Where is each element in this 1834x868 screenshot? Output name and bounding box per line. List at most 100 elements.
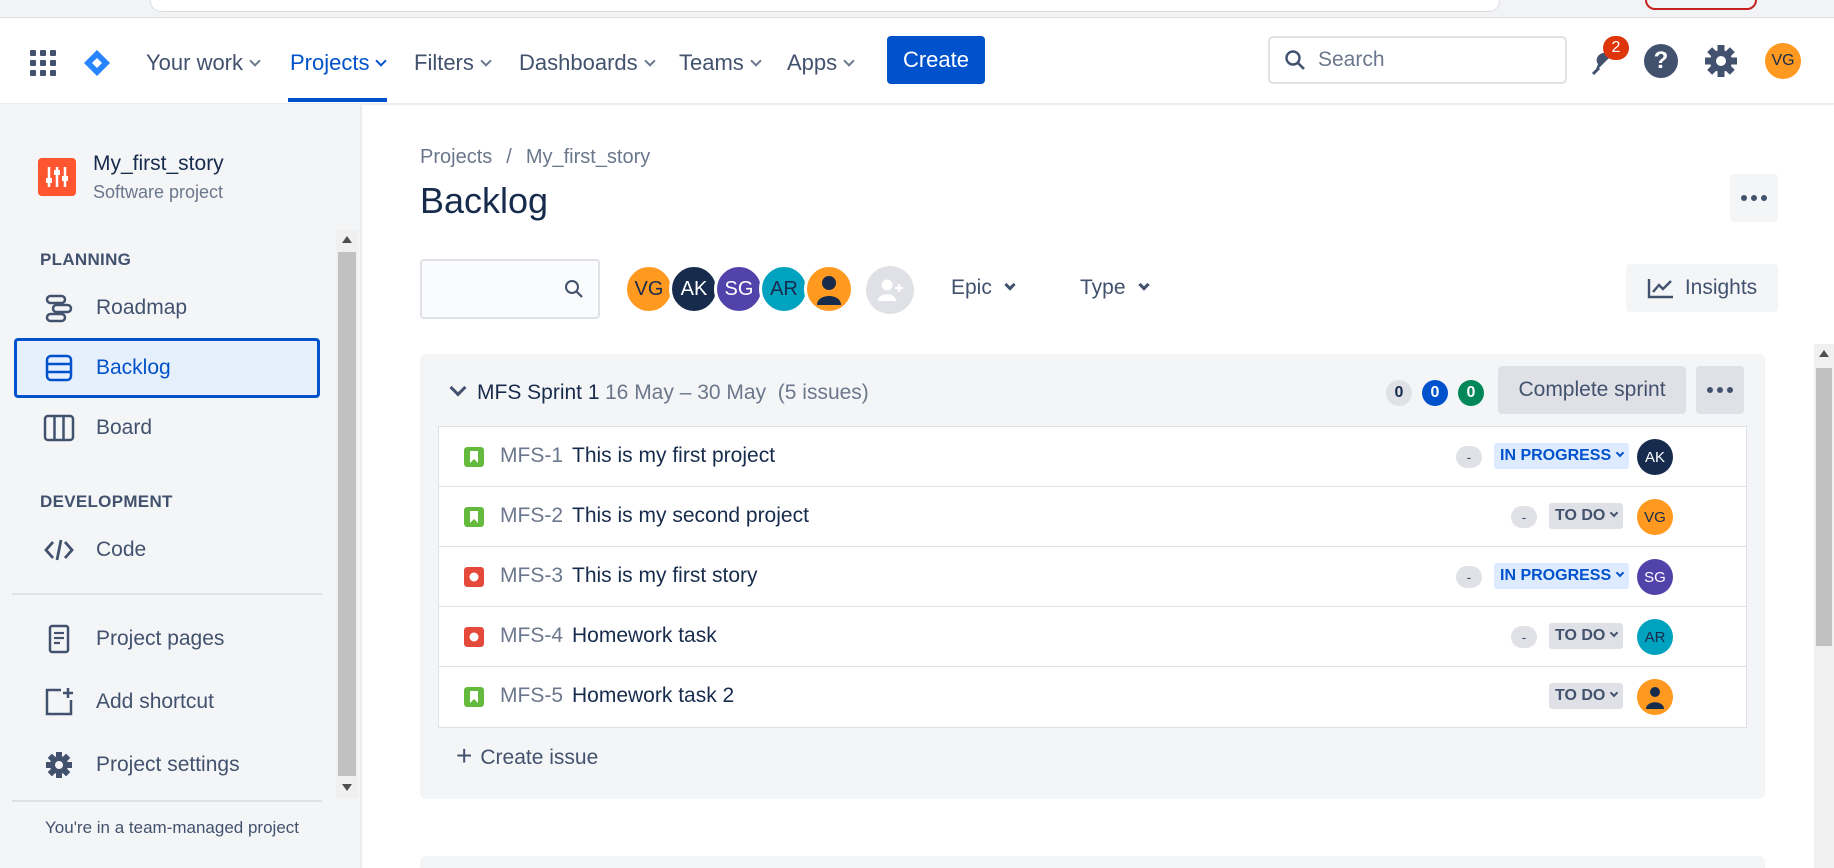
search-icon xyxy=(1285,50,1305,70)
sidebar-item-add-shortcut[interactable]: Add shortcut xyxy=(14,672,320,732)
search-input[interactable] xyxy=(1318,48,1548,72)
issue-row[interactable]: MFS-1 This is my first project - IN PROG… xyxy=(439,427,1746,487)
estimate-badge[interactable]: - xyxy=(1456,566,1482,588)
development-section-label: DEVELOPMENT xyxy=(40,492,173,511)
issue-key[interactable]: MFS-5 xyxy=(500,684,563,708)
status-dropdown[interactable]: TO DO xyxy=(1549,683,1624,709)
bug-icon xyxy=(464,567,484,587)
issue-summary[interactable]: This is my second project xyxy=(572,504,809,528)
page-scrollbar[interactable] xyxy=(1814,344,1834,868)
status-dropdown[interactable]: TO DO xyxy=(1549,503,1624,529)
chevron-down-icon[interactable] xyxy=(449,379,467,397)
scroll-up-arrow-icon[interactable] xyxy=(342,236,352,243)
assignee-avatar[interactable]: VG xyxy=(1637,499,1673,535)
help-icon[interactable]: ? xyxy=(1644,44,1678,78)
nav-dashboards[interactable]: Dashboards xyxy=(519,50,656,76)
browser-profile-pill[interactable] xyxy=(1645,0,1757,10)
avatar-filter[interactable]: SG xyxy=(714,264,764,314)
avatar-filter[interactable]: AR xyxy=(759,264,809,314)
sprint-more-button[interactable] xyxy=(1696,366,1744,414)
issue-row[interactable]: MFS-5 Homework task 2 TO DO xyxy=(439,667,1746,727)
backlog-search-input[interactable] xyxy=(420,259,600,319)
sidebar-item-board[interactable]: Board xyxy=(14,398,320,458)
project-avatar-icon[interactable] xyxy=(38,158,76,196)
nav-your-work[interactable]: Your work xyxy=(146,50,261,76)
estimate-badge[interactable]: - xyxy=(1456,446,1482,468)
avatar-filter[interactable]: VG xyxy=(624,264,674,314)
user-avatar[interactable]: VG xyxy=(1765,43,1801,79)
assignee-avatar[interactable]: SG xyxy=(1637,559,1673,595)
scrollbar-thumb[interactable] xyxy=(1816,368,1832,646)
issue-key[interactable]: MFS-4 xyxy=(500,624,563,648)
sprint-issue-list: MFS-1 This is my first project - IN PROG… xyxy=(438,426,1747,728)
assignee-avatar[interactable]: AK xyxy=(1637,439,1673,475)
jira-logo-icon[interactable] xyxy=(82,48,112,78)
complete-sprint-button[interactable]: Complete sprint xyxy=(1498,366,1686,414)
assignee-avatar-unassigned[interactable] xyxy=(1637,679,1673,715)
planning-section-label: PLANNING xyxy=(40,250,132,269)
sidebar-item-code[interactable]: Code xyxy=(14,520,320,580)
issue-summary[interactable]: This is my first project xyxy=(572,444,775,468)
chevron-down-icon xyxy=(249,55,261,67)
scroll-down-arrow-icon[interactable] xyxy=(342,784,352,791)
global-search[interactable] xyxy=(1268,36,1567,84)
browser-address-strip xyxy=(0,0,1834,18)
breadcrumb-project[interactable]: My_first_story xyxy=(526,146,650,168)
avatar-filter[interactable]: AK xyxy=(669,264,719,314)
add-shortcut-icon xyxy=(42,685,76,719)
issue-summary[interactable]: Homework task xyxy=(572,624,717,648)
nav-teams[interactable]: Teams xyxy=(679,50,762,76)
status-dropdown[interactable]: IN PROGRESS xyxy=(1494,443,1630,469)
sidebar-item-project-settings[interactable]: Project settings xyxy=(14,735,320,795)
project-name[interactable]: My_first_story xyxy=(93,152,224,176)
insights-button[interactable]: Insights xyxy=(1626,264,1778,312)
issue-row[interactable]: MFS-4 Homework task - TO DO AR xyxy=(439,607,1746,667)
app-switcher-icon[interactable] xyxy=(30,50,56,76)
sidebar-item-label: Add shortcut xyxy=(96,690,214,713)
epic-filter-dropdown[interactable]: Epic xyxy=(951,276,1016,300)
issue-row[interactable]: MFS-3 This is my first story - IN PROGRE… xyxy=(439,547,1746,607)
sidebar-item-roadmap[interactable]: Roadmap xyxy=(14,278,320,338)
avatar-filter-unnamed[interactable] xyxy=(804,264,854,314)
issue-summary[interactable]: This is my first story xyxy=(572,564,758,588)
issue-key[interactable]: MFS-2 xyxy=(500,504,563,528)
issue-key[interactable]: MFS-3 xyxy=(500,564,563,588)
type-filter-dropdown[interactable]: Type xyxy=(1080,276,1150,300)
scrollbar-thumb[interactable] xyxy=(338,252,356,776)
sidebar-scrollbar[interactable] xyxy=(336,230,358,798)
sidebar-divider xyxy=(12,800,322,802)
breadcrumb: Projects / My_first_story xyxy=(420,146,650,169)
add-people-button[interactable] xyxy=(866,266,914,314)
status-dropdown[interactable]: IN PROGRESS xyxy=(1494,563,1630,589)
next-sprint-container xyxy=(420,856,1765,868)
more-horizontal-icon xyxy=(1741,195,1767,201)
status-dropdown[interactable]: TO DO xyxy=(1549,623,1624,649)
assignee-avatar[interactable]: AR xyxy=(1637,619,1673,655)
more-actions-button[interactable] xyxy=(1730,174,1778,222)
sidebar-item-project-pages[interactable]: Project pages xyxy=(14,609,320,669)
browser-url-bar[interactable] xyxy=(150,0,1500,12)
breadcrumb-projects[interactable]: Projects xyxy=(420,146,492,168)
settings-gear-icon[interactable] xyxy=(1702,42,1740,80)
page-title: Backlog xyxy=(420,180,549,221)
estimate-badge[interactable]: - xyxy=(1511,506,1537,528)
scroll-up-arrow-icon[interactable] xyxy=(1819,350,1829,357)
chevron-down-icon xyxy=(750,55,762,67)
sidebar-item-label: Backlog xyxy=(96,356,171,379)
nav-apps[interactable]: Apps xyxy=(787,50,855,76)
estimate-badge[interactable]: - xyxy=(1511,626,1537,648)
search-icon xyxy=(565,280,583,298)
roadmap-icon xyxy=(42,291,76,325)
sprint-name[interactable]: MFS Sprint 1 xyxy=(477,381,600,405)
user-icon xyxy=(1646,687,1664,709)
sidebar-item-backlog[interactable]: Backlog xyxy=(14,338,320,398)
nav-filters[interactable]: Filters xyxy=(414,50,492,76)
create-button[interactable]: Create xyxy=(887,36,985,84)
issue-summary[interactable]: Homework task 2 xyxy=(572,684,734,708)
nav-projects[interactable]: Projects xyxy=(290,50,388,76)
issue-row[interactable]: MFS-2 This is my second project - TO DO … xyxy=(439,487,1746,547)
bug-icon xyxy=(464,627,484,647)
story-icon xyxy=(464,447,484,467)
issue-key[interactable]: MFS-1 xyxy=(500,444,563,468)
create-issue-button[interactable]: + Create issue xyxy=(456,740,598,774)
